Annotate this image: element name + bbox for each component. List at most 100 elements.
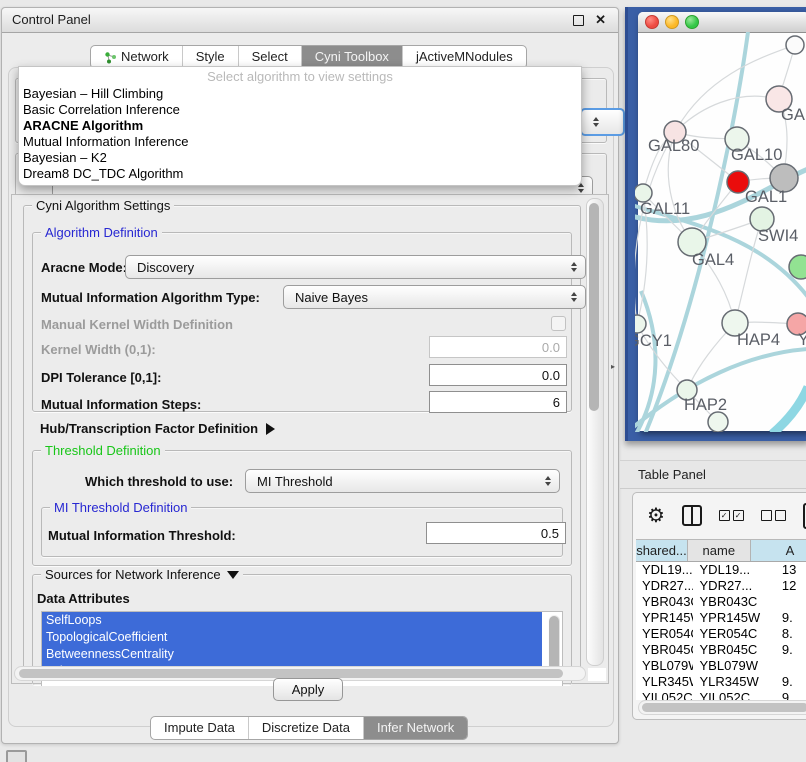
table-row[interactable]: YLR345WYLR345W9. — [636, 674, 806, 690]
aracne-mode-label: Aracne Mode: — [41, 260, 127, 275]
apply-button[interactable]: Apply — [273, 678, 343, 701]
close-icon[interactable]: ✕ — [595, 12, 606, 28]
algorithm-option[interactable]: Bayesian – Hill Climbing — [19, 86, 581, 102]
algorithm-option[interactable]: Basic Correlation Inference — [19, 102, 581, 118]
columns-icon[interactable] — [682, 505, 702, 526]
table-row[interactable]: YIL052CYIL052C9. — [636, 690, 806, 700]
table-panel-titlebar[interactable]: Table Panel — [620, 460, 806, 489]
svg-text:GAL4: GAL4 — [692, 251, 734, 269]
tab-infer-network[interactable]: Infer Network — [364, 717, 467, 739]
table-hscrollbar-thumb[interactable] — [642, 703, 806, 712]
tab-jactivemnodules[interactable]: jActiveMNodules — [403, 46, 526, 68]
aracne-mode-combo[interactable]: Discovery — [125, 255, 586, 279]
mac-close-button[interactable] — [645, 15, 659, 29]
settings-vscrollbar-thumb[interactable] — [589, 203, 599, 411]
settings-scrollpane: Cyni Algorithm Settings Algorithm Defini… — [11, 194, 609, 684]
data-attributes-label: Data Attributes — [37, 591, 130, 606]
tab-select[interactable]: Select — [239, 46, 302, 68]
svg-text:GAL: GAL — [781, 106, 806, 124]
scrollbar-corner — [588, 668, 606, 681]
dpi-tolerance-field[interactable]: 0.0 — [429, 364, 567, 386]
table-hscrollbar[interactable] — [638, 700, 806, 715]
which-threshold-combo[interactable]: MI Threshold — [245, 469, 560, 493]
screen: Control Panel ✕ Network Style Sele — [0, 0, 806, 762]
column-header-next[interactable]: A — [751, 540, 806, 561]
attribute-item[interactable]: SelfLoops — [42, 612, 542, 629]
mi-steps-field[interactable]: 6 — [429, 391, 567, 413]
svg-text:SWI4: SWI4 — [758, 227, 798, 245]
network-node[interactable] — [635, 315, 646, 333]
kernel-width-label: Kernel Width (0,1): — [41, 342, 156, 357]
table-row[interactable]: YDL19...YDL19...13 — [636, 562, 806, 578]
node-table: shared... name A YDL19...YDL19...13 YDR2… — [636, 539, 806, 702]
algorithm-option[interactable]: Dream8 DC_TDC Algorithm — [19, 166, 581, 182]
network-canvas[interactable]: GAL GAL80 GAL10 GAL1 GAL11 SWI4 GAL4 GCY… — [635, 32, 806, 432]
network-node-labels: GAL GAL80 GAL10 GAL1 GAL11 SWI4 GAL4 GCY… — [635, 106, 806, 414]
threshold-definition-group: Threshold Definition Which threshold to … — [32, 450, 572, 566]
table-row[interactable]: YBR045CYBR045C9. — [636, 642, 806, 658]
table-panel-title: Table Panel — [638, 467, 706, 482]
mac-minimize-button[interactable] — [665, 15, 679, 29]
network-node[interactable] — [786, 36, 804, 54]
column-header-name[interactable]: name — [688, 540, 751, 561]
splitter-collapse-arrow[interactable]: ▸ — [611, 362, 615, 371]
tab-discretize-data[interactable]: Discretize Data — [249, 717, 364, 739]
algorithm-dropdown-popup: Select algorithm to view settings Bayesi… — [18, 66, 582, 186]
export-table-icon[interactable] — [803, 503, 806, 529]
algorithm-option-selected[interactable]: ARACNE Algorithm — [19, 118, 581, 134]
settings-vscrollbar[interactable] — [586, 198, 604, 666]
float-window-icon[interactable] — [573, 15, 584, 26]
table-row[interactable]: YER054CYER054C8. — [636, 626, 806, 642]
table-row[interactable]: YPR145WYPR145W9. — [636, 610, 806, 626]
svg-text:HAP2: HAP2 — [684, 396, 727, 414]
hub-definition-label: Hub/Transcription Factor Definition — [40, 421, 258, 436]
table-header: shared... name A — [636, 540, 806, 562]
table-row[interactable]: YBL079WYBL079W — [636, 658, 806, 674]
cyni-algorithm-settings-group: Cyni Algorithm Settings Algorithm Defini… — [23, 205, 581, 676]
mi-algorithm-type-combo[interactable]: Naive Bayes — [283, 285, 586, 309]
select-all-columns-icon[interactable]: ✓✓ — [719, 510, 744, 521]
svg-text:GCY1: GCY1 — [635, 332, 672, 350]
svg-text:GAL80: GAL80 — [648, 137, 699, 155]
tab-cyni-toolbox[interactable]: Cyni Toolbox — [302, 46, 403, 68]
network-node[interactable] — [789, 255, 806, 279]
tab-impute-data[interactable]: Impute Data — [151, 717, 249, 739]
column-header-shared-name[interactable]: shared... — [636, 540, 688, 561]
network-window-titlebar[interactable] — [638, 12, 806, 33]
network-node[interactable] — [708, 412, 728, 432]
table-row[interactable]: YDR27...YDR27...12 — [636, 578, 806, 594]
algorithm-option[interactable]: Mutual Information Inference — [19, 134, 581, 150]
control-panel-titlebar[interactable]: Control Panel ✕ — [2, 8, 618, 33]
settings-hscrollbar-thumb[interactable] — [19, 669, 563, 678]
mi-algorithm-type-label: Mutual Information Algorithm Type: — [41, 290, 260, 305]
manual-kernel-checkbox[interactable] — [551, 316, 566, 331]
tab-network[interactable]: Network — [91, 46, 183, 68]
minimized-panel-icon[interactable] — [6, 750, 27, 762]
combo-arrows-icon — [571, 292, 577, 302]
gear-icon[interactable]: ⚙ — [647, 506, 665, 526]
mi-algorithm-type-value: Naive Bayes — [295, 290, 571, 305]
sources-title: Sources for Network Inference — [45, 567, 221, 582]
hub-definition-toggle[interactable]: Hub/Transcription Factor Definition — [40, 421, 275, 436]
aracne-mode-value: Discovery — [137, 260, 571, 275]
algorithm-combo-edge[interactable] — [580, 108, 625, 136]
table-row[interactable]: YBR043CYBR043C — [636, 594, 806, 610]
mi-threshold-field[interactable]: 0.5 — [426, 522, 566, 544]
threshold-definition-title: Threshold Definition — [41, 443, 165, 458]
table-panel: ⚙ ✓✓ shared... name A YDL19...YDL19...13… — [632, 492, 806, 720]
attribute-item[interactable]: TopologicalCoefficient — [42, 629, 542, 646]
attribute-item[interactable]: BetweennessCentrality — [42, 646, 542, 663]
deselect-all-columns-icon[interactable] — [761, 510, 786, 521]
table-body: YDL19...YDL19...13 YDR27...YDR27...12 YB… — [636, 562, 806, 700]
manual-kernel-width-label: Manual Kernel Width Definition — [41, 317, 233, 332]
mac-zoom-button[interactable] — [685, 15, 699, 29]
svg-text:GAL10: GAL10 — [731, 146, 782, 164]
kernel-width-field[interactable]: 0.0 — [429, 336, 567, 358]
algorithm-option[interactable]: Bayesian – K2 — [19, 150, 581, 166]
which-threshold-label: Which threshold to use: — [85, 474, 233, 489]
expand-right-icon — [266, 423, 275, 435]
svg-text:GAL1: GAL1 — [745, 188, 787, 206]
sources-title-row[interactable]: Sources for Network Inference — [41, 567, 243, 582]
tab-style[interactable]: Style — [183, 46, 239, 68]
collapse-down-icon — [227, 571, 239, 579]
